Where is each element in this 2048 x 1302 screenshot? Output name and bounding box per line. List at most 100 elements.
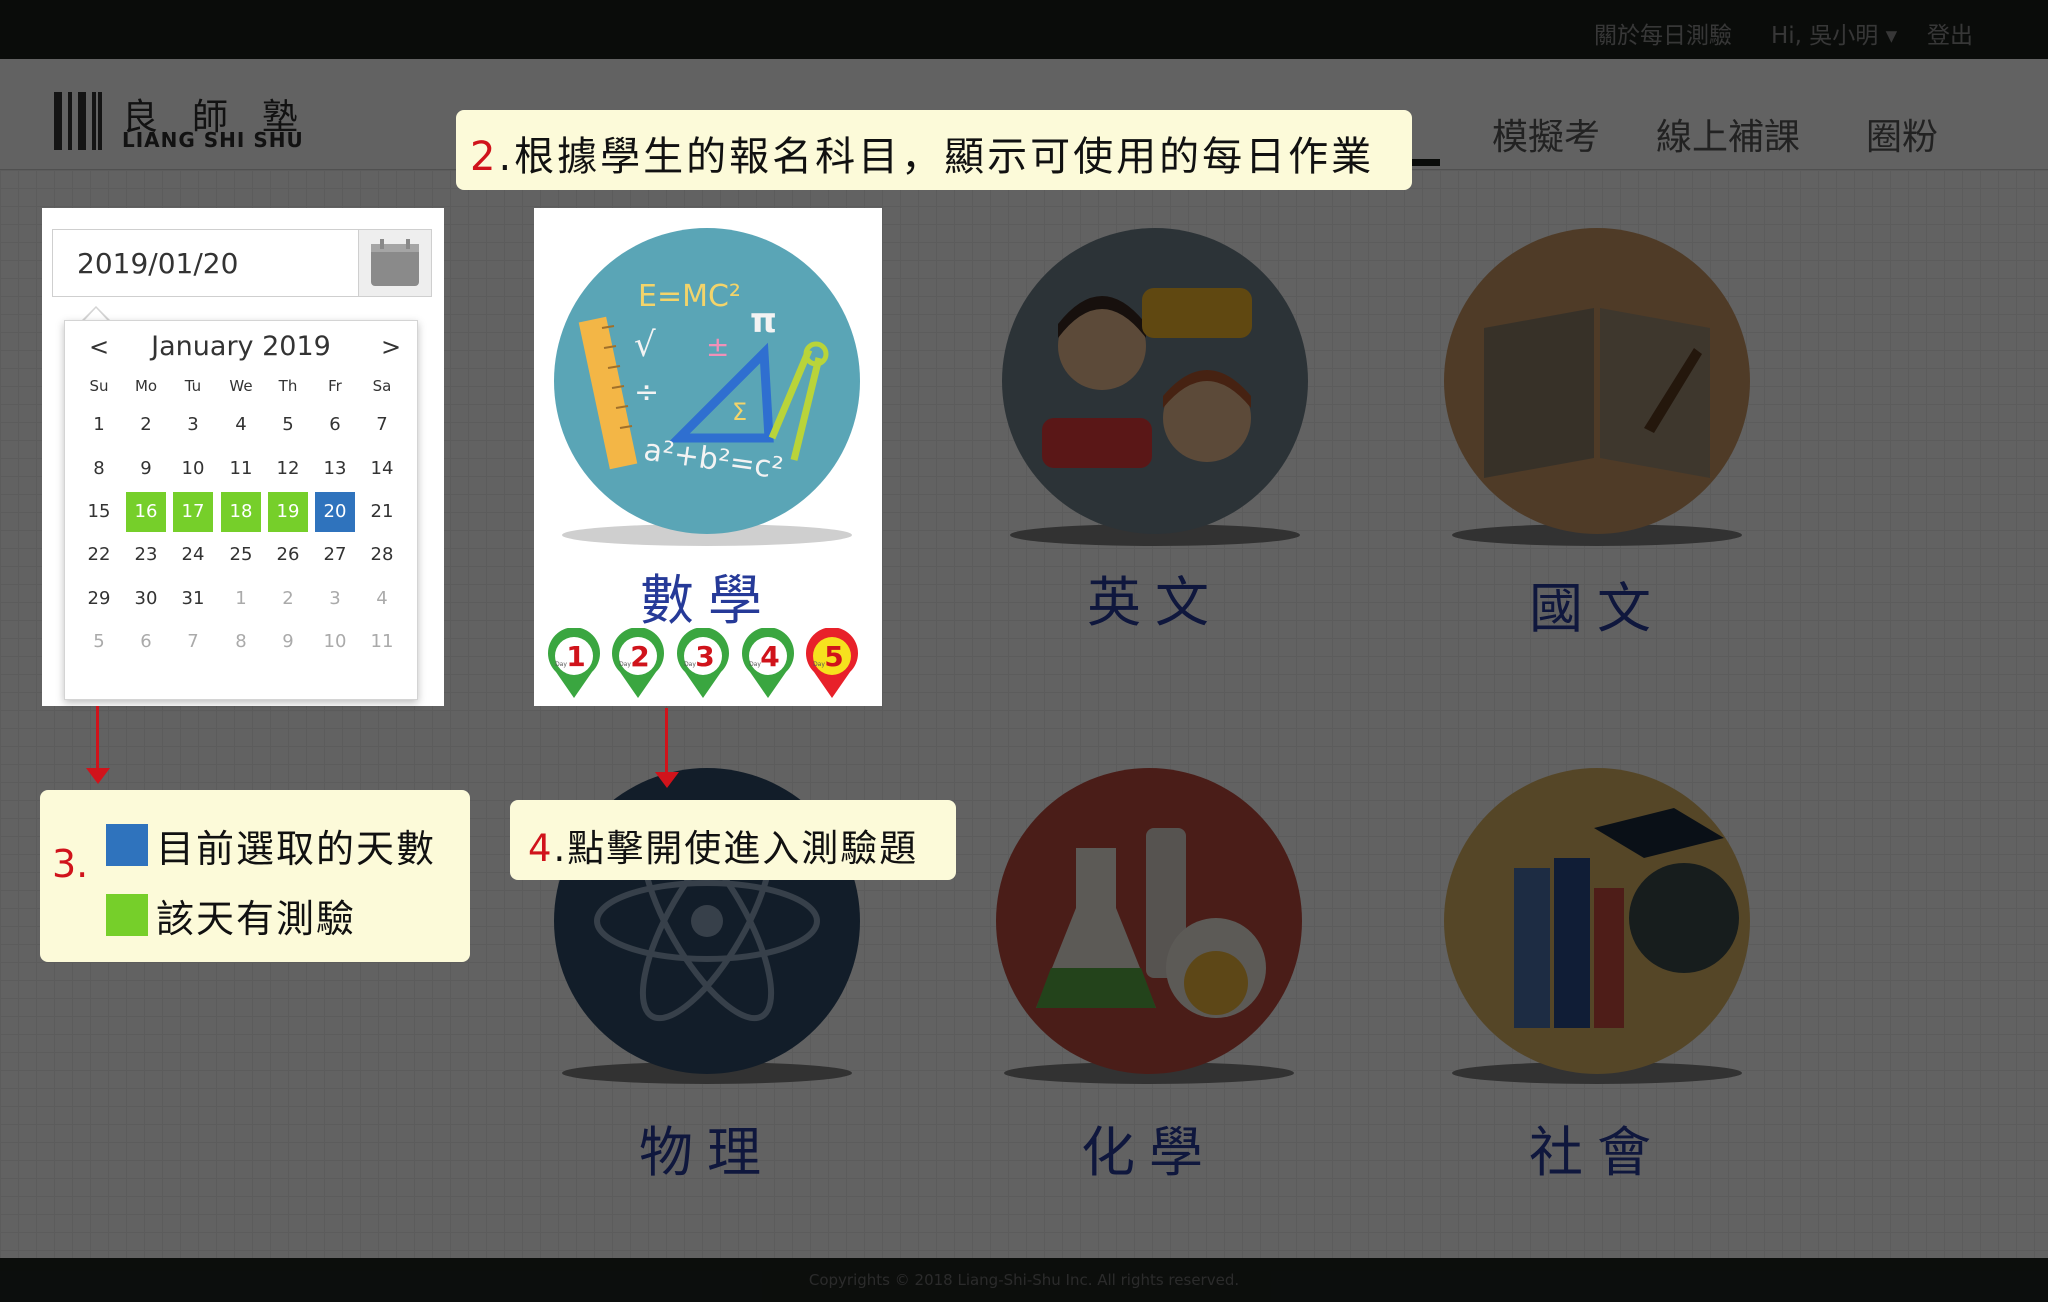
calendar-day[interactable]: 3 bbox=[173, 405, 213, 445]
weekday-header: Fr bbox=[328, 377, 342, 395]
calendar-day[interactable]: 6 bbox=[315, 405, 355, 445]
calendar-day[interactable]: 16 bbox=[126, 492, 166, 532]
calendar-day[interactable]: 12 bbox=[268, 449, 308, 489]
calendar-day[interactable]: 15 bbox=[79, 492, 119, 532]
weekday-header: We bbox=[229, 377, 253, 395]
day-pin-day-text: Day bbox=[813, 661, 825, 668]
day-pin-day-text: Day bbox=[555, 661, 567, 668]
calendar-day[interactable]: 9 bbox=[126, 449, 166, 489]
math-illustration-icon: E=MC² √ ± π ÷ Σ a²+b²=c² bbox=[578, 279, 829, 487]
calendar-day[interactable]: 8 bbox=[221, 622, 261, 662]
logout-link[interactable]: 登出 bbox=[1927, 16, 1973, 50]
callout-3-number: 3. bbox=[52, 842, 89, 886]
calendar-day[interactable]: 8 bbox=[79, 449, 119, 489]
calendar-day[interactable]: 11 bbox=[221, 449, 261, 489]
day-pin-1[interactable]: 1Day bbox=[544, 628, 604, 700]
calendar-day[interactable]: 7 bbox=[362, 405, 402, 445]
physics-label[interactable]: 物理 bbox=[554, 1108, 860, 1187]
calendar-day[interactable]: 2 bbox=[126, 405, 166, 445]
calendar-day[interactable]: 5 bbox=[268, 405, 308, 445]
callout-2-number: 2 bbox=[470, 134, 499, 180]
flask-icon bbox=[1036, 828, 1266, 1018]
calendar-day[interactable]: 6 bbox=[126, 622, 166, 662]
calendar-day[interactable]: 24 bbox=[173, 535, 213, 575]
logo-mark-icon[interactable] bbox=[54, 92, 102, 150]
calendar-day[interactable]: 14 bbox=[362, 449, 402, 489]
logo-english[interactable]: LIANG SHI SHU bbox=[122, 128, 304, 152]
math-card[interactable]: E=MC² √ ± π ÷ Σ a²+b²=c² bbox=[554, 228, 860, 534]
calendar-day[interactable]: 22 bbox=[79, 535, 119, 575]
legend-has-test-swatch bbox=[106, 894, 148, 936]
sigma-symbol: Σ bbox=[732, 398, 747, 426]
calendar-day[interactable]: 2 bbox=[268, 579, 308, 619]
weekday-header: Tu bbox=[184, 377, 202, 395]
calendar-day[interactable]: 4 bbox=[362, 579, 402, 619]
calendar-day[interactable]: 10 bbox=[315, 622, 355, 662]
arrow-to-step-4 bbox=[665, 708, 668, 774]
calendar-day[interactable]: 23 bbox=[126, 535, 166, 575]
calendar-month-title: January 2019 bbox=[151, 331, 331, 362]
calendar-day[interactable]: 7 bbox=[173, 622, 213, 662]
calendar-day[interactable]: 3 bbox=[315, 579, 355, 619]
books-globe-icon bbox=[1514, 808, 1739, 1028]
chinese-card[interactable] bbox=[1444, 228, 1750, 534]
calendar-day[interactable]: 11 bbox=[362, 622, 402, 662]
pi-symbol: π bbox=[750, 301, 777, 341]
legend-selected-swatch bbox=[106, 824, 148, 866]
english-card[interactable] bbox=[1002, 228, 1308, 534]
calendar-day[interactable]: 21 bbox=[362, 492, 402, 532]
chemistry-card[interactable] bbox=[996, 768, 1302, 1074]
nav-online-class[interactable]: 線上補課 bbox=[1656, 108, 1800, 160]
calendar-day[interactable]: 1 bbox=[221, 579, 261, 619]
day-pin-3[interactable]: 3Day bbox=[673, 628, 733, 700]
calendar-button[interactable] bbox=[358, 230, 431, 296]
user-menu[interactable]: Hi, 吳小明 ▾ bbox=[1771, 16, 1897, 50]
calendar-day[interactable]: 1 bbox=[79, 405, 119, 445]
day-pin-day-text: Day bbox=[619, 661, 631, 668]
calendar-day[interactable]: 26 bbox=[268, 535, 308, 575]
calendar-day[interactable]: 10 bbox=[173, 449, 213, 489]
calendar-day[interactable]: 13 bbox=[315, 449, 355, 489]
sqrt-symbol: √ bbox=[634, 325, 656, 365]
math-label[interactable]: 數學 bbox=[534, 556, 882, 635]
calendar-day[interactable]: 29 bbox=[79, 579, 119, 619]
weekday-header: Mo bbox=[134, 377, 158, 395]
day-pin-2[interactable]: 2Day bbox=[608, 628, 668, 700]
nav-fans[interactable]: 圈粉 bbox=[1866, 108, 1938, 160]
social-card[interactable] bbox=[1444, 768, 1750, 1074]
date-input[interactable]: 2019/01/20 bbox=[52, 229, 432, 297]
chemistry-label[interactable]: 化學 bbox=[996, 1108, 1302, 1187]
calendar-day[interactable]: 9 bbox=[268, 622, 308, 662]
weekday-header: Sa bbox=[372, 377, 392, 395]
calendar-icon bbox=[371, 239, 419, 286]
day-pin-number: 2 bbox=[630, 640, 649, 673]
next-month-button[interactable]: > bbox=[381, 333, 401, 361]
calendar-day[interactable]: 31 bbox=[173, 579, 213, 619]
about-link[interactable]: 關於每日測驗 bbox=[1594, 16, 1732, 50]
calendar-day[interactable]: 19 bbox=[268, 492, 308, 532]
legend-has-test-label: 該天有測驗 bbox=[156, 897, 357, 941]
formula-emc: E=MC² bbox=[638, 279, 741, 314]
calendar-day[interactable]: 27 bbox=[315, 535, 355, 575]
calendar-day[interactable]: 28 bbox=[362, 535, 402, 575]
day-pin-4[interactable]: 4Day bbox=[738, 628, 798, 700]
date-input-value: 2019/01/20 bbox=[77, 247, 239, 280]
day-pin-day-text: Day bbox=[684, 661, 696, 668]
divide-symbol: ÷ bbox=[634, 375, 659, 410]
calendar-day[interactable]: 5 bbox=[79, 622, 119, 662]
chinese-label[interactable]: 國文 bbox=[1444, 564, 1750, 643]
weekday-header: Th bbox=[278, 377, 298, 395]
site-footer: Copyrights © 2018 Liang-Shi-Shu Inc. All… bbox=[0, 1258, 2048, 1302]
calendar-day[interactable]: 17 bbox=[173, 492, 213, 532]
english-label[interactable]: 英文 bbox=[1002, 558, 1308, 637]
weekday-header: Su bbox=[89, 377, 109, 395]
calendar-day[interactable]: 25 bbox=[221, 535, 261, 575]
calendar-day[interactable]: 18 bbox=[221, 492, 261, 532]
day-pin-5[interactable]: 5Day bbox=[802, 628, 862, 700]
calendar-day[interactable]: 30 bbox=[126, 579, 166, 619]
calendar-day[interactable]: 20 bbox=[315, 492, 355, 532]
social-label[interactable]: 社會 bbox=[1444, 1108, 1750, 1187]
nav-mock-exam[interactable]: 模擬考 bbox=[1492, 108, 1600, 160]
copyright-text: Copyrights © 2018 Liang-Shi-Shu Inc. All… bbox=[808, 1271, 1240, 1289]
calendar-day[interactable]: 4 bbox=[221, 405, 261, 445]
